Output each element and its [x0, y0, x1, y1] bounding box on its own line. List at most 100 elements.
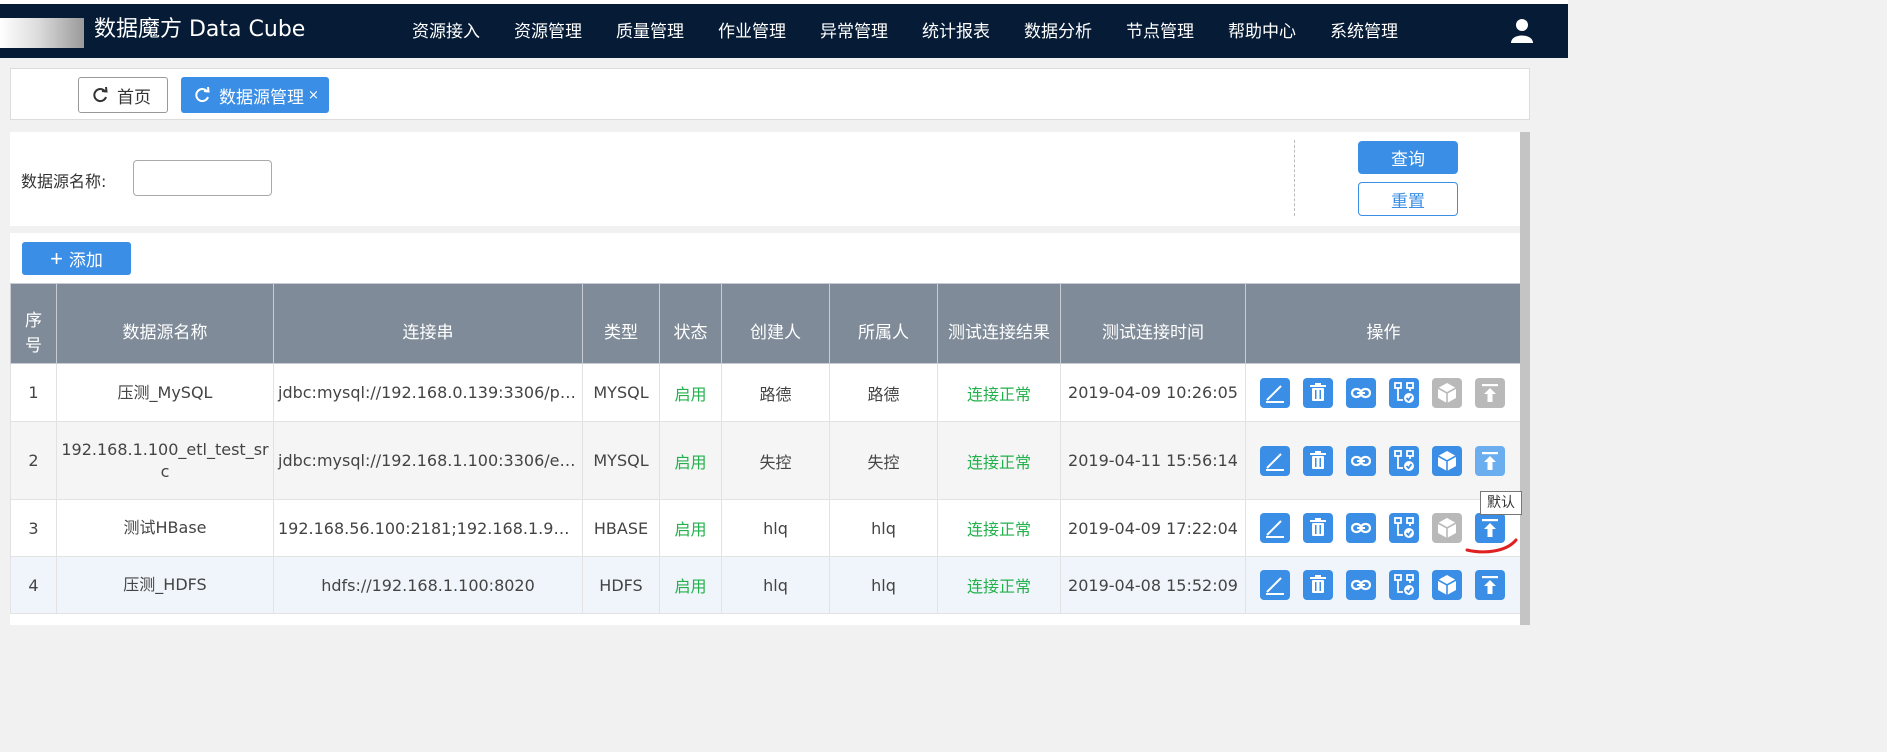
nav-item-resource-management[interactable]: 资源管理 [497, 20, 599, 44]
cell-ops [1245, 556, 1521, 614]
cell-creator: 路德 [721, 363, 830, 422]
cube-icon[interactable] [1432, 377, 1462, 408]
col-header-name: 数据源名称 [56, 283, 274, 364]
refresh-icon [93, 86, 108, 103]
datasource-name-input[interactable] [133, 160, 272, 196]
plus-icon: + [50, 245, 63, 271]
query-panel: 数据源名称: 查询 重置 [10, 132, 1520, 226]
nav-item-resource-access[interactable]: 资源接入 [395, 20, 497, 44]
cell-status: 启用 [659, 421, 722, 500]
col-header-time: 测试连接时间 [1060, 283, 1246, 364]
edit-icon[interactable] [1260, 570, 1290, 600]
logo-image [0, 18, 84, 48]
cell-index: 1 [10, 363, 57, 422]
datasource-table: 序号 数据源名称 连接串 类型 状态 创建人 所属人 测试连接结果 测试连接时间… [10, 283, 1521, 625]
cell-time: 2019-04-09 17:22:04 [1060, 499, 1246, 557]
add-button[interactable]: + 添加 [22, 242, 131, 275]
col-header-creator: 创建人 [721, 283, 830, 364]
link-icon[interactable] [1346, 570, 1376, 600]
cell-status: 启用 [659, 499, 722, 557]
delete-icon[interactable] [1303, 445, 1333, 476]
cell-ops [1245, 421, 1521, 500]
cell-index: 2 [10, 421, 57, 500]
cell-result: 连接正常 [937, 421, 1061, 500]
link-icon[interactable] [1346, 445, 1376, 476]
nav-item-data-analysis[interactable]: 数据分析 [1007, 20, 1109, 44]
cell-creator: 失控 [721, 421, 830, 500]
cell-type: HBASE [582, 499, 660, 557]
cell-creator: hlq [721, 499, 830, 557]
cell-conn: jdbc:mysql://192.168.1.100:3306/etl_test [273, 421, 583, 500]
col-header-ops: 操作 [1245, 283, 1521, 364]
delete-icon[interactable] [1303, 513, 1333, 543]
edit-icon[interactable] [1260, 445, 1290, 476]
edit-icon[interactable] [1260, 377, 1290, 408]
cell-conn: 192.168.56.100:2181;192.168.1.97:2181 [273, 499, 583, 557]
query-divider [1294, 140, 1295, 216]
table-row: 4 压测_HDFS hdfs://192.168.1.100:8020 HDFS 启用 h… [10, 556, 1521, 614]
nav-item-quality-management[interactable]: 质量管理 [599, 20, 701, 44]
cell-status: 启用 [659, 556, 722, 614]
tab-home[interactable]: 首页 [78, 77, 168, 113]
test-connection-icon[interactable] [1389, 445, 1419, 476]
delete-icon[interactable] [1303, 377, 1333, 408]
cell-ops [1245, 363, 1521, 422]
main-nav: 资源接入 资源管理 质量管理 作业管理 异常管理 统计报表 数据分析 节点管理 … [395, 20, 1415, 44]
datasource-name-label: 数据源名称: [21, 172, 107, 191]
cell-owner: 失控 [829, 421, 938, 500]
cell-result: 连接正常 [937, 363, 1061, 422]
default-tooltip: 默认 [1480, 491, 1522, 515]
reset-button[interactable]: 重置 [1358, 182, 1458, 216]
tab-close-icon[interactable]: × [308, 89, 319, 102]
cell-name: 192.168.1.100_etl_test_src [56, 421, 274, 500]
tab-home-label: 首页 [117, 87, 151, 108]
test-connection-icon[interactable] [1389, 570, 1419, 600]
cell-status: 启用 [659, 363, 722, 422]
test-connection-icon[interactable] [1389, 377, 1419, 408]
cell-index: 4 [10, 556, 57, 614]
nav-item-exception-management[interactable]: 异常管理 [803, 20, 905, 44]
refresh-icon [195, 86, 210, 103]
vertical-scrollbar[interactable] [1520, 132, 1530, 625]
link-icon[interactable] [1346, 377, 1376, 408]
edit-icon[interactable] [1260, 513, 1290, 543]
cell-creator: hlq [721, 556, 830, 614]
cell-time: 2019-04-09 10:26:05 [1060, 363, 1246, 422]
set-default-icon[interactable] [1475, 445, 1505, 476]
tab-datasource-management[interactable]: 数据源管理 × [181, 77, 329, 113]
table-header: 序号 数据源名称 连接串 类型 状态 创建人 所属人 测试连接结果 测试连接时间… [10, 283, 1521, 364]
table-row: 1 压测_MySQL jdbc:mysql://192.168.0.139:3306… [10, 363, 1521, 422]
scrollbar-thumb[interactable] [1520, 132, 1530, 625]
cube-icon[interactable] [1432, 513, 1462, 543]
col-header-owner: 所属人 [829, 283, 938, 364]
cube-icon[interactable] [1432, 445, 1462, 476]
delete-icon[interactable] [1303, 570, 1333, 600]
nav-item-statistics-reports[interactable]: 统计报表 [905, 20, 1007, 44]
table-row: 3 测试HBase 192.168.56.100:2181;192.168.1.97… [10, 499, 1521, 557]
col-header-result: 测试连接结果 [937, 283, 1061, 364]
nav-item-help-center[interactable]: 帮助中心 [1211, 20, 1313, 44]
user-icon[interactable] [1510, 18, 1534, 44]
cell-name: 压测_MySQL [56, 363, 274, 422]
cell-name: 压测_HDFS [56, 556, 274, 614]
cell-type: MYSQL [582, 421, 660, 500]
cell-time: 2019-04-08 15:52:09 [1060, 556, 1246, 614]
search-button[interactable]: 查询 [1358, 141, 1458, 174]
col-header-type: 类型 [582, 283, 660, 364]
add-button-label: 添加 [68, 251, 103, 270]
top-navbar: 数据魔方 Data Cube 资源接入 资源管理 质量管理 作业管理 异常管理 … [0, 0, 1568, 58]
set-default-icon[interactable] [1475, 377, 1505, 408]
cell-owner: 路德 [829, 363, 938, 422]
test-connection-icon[interactable] [1389, 513, 1419, 543]
set-default-icon[interactable] [1475, 570, 1505, 600]
col-header-index: 序号 [10, 283, 57, 364]
cell-conn: jdbc:mysql://192.168.0.139:3306/pressure [273, 363, 583, 422]
nav-item-system-management[interactable]: 系统管理 [1313, 20, 1415, 44]
col-header-status: 状态 [659, 283, 722, 364]
cell-owner: hlq [829, 499, 938, 557]
app-title: 数据魔方 Data Cube [94, 17, 306, 42]
nav-item-job-management[interactable]: 作业管理 [701, 20, 803, 44]
link-icon[interactable] [1346, 513, 1376, 543]
cube-icon[interactable] [1432, 570, 1462, 600]
nav-item-node-management[interactable]: 节点管理 [1109, 20, 1211, 44]
